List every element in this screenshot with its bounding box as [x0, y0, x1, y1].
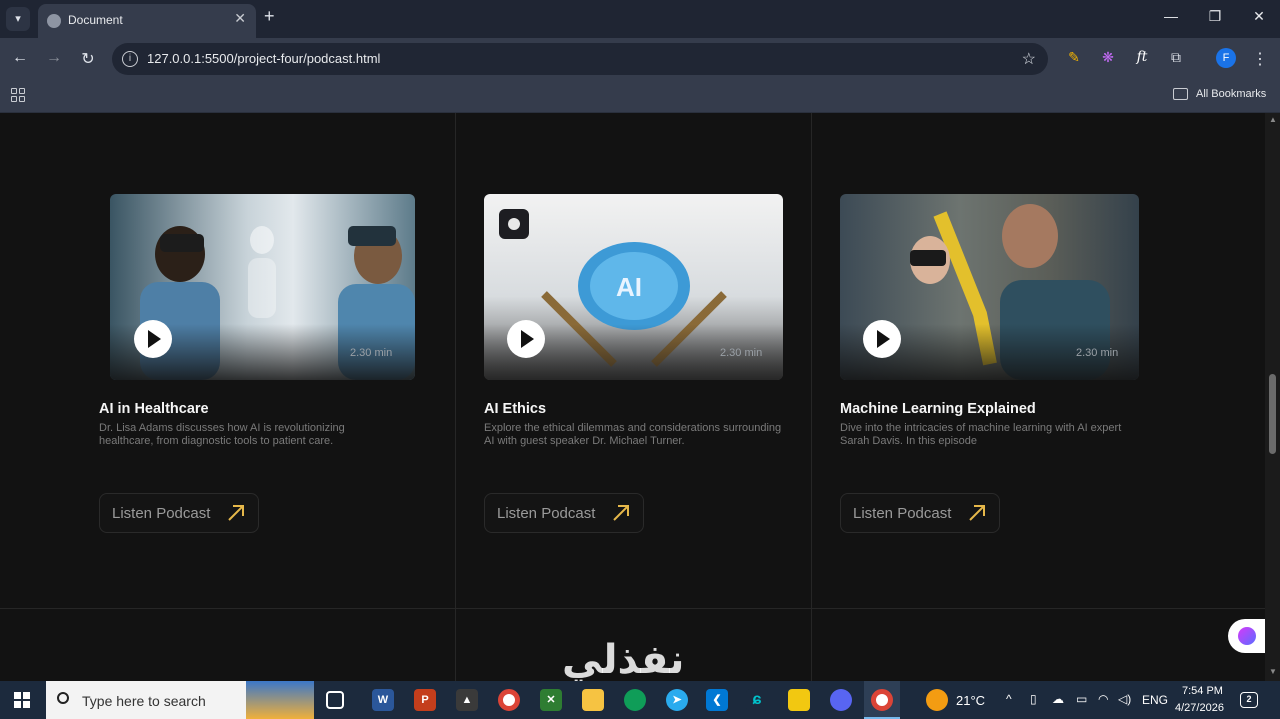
edge-icon[interactable] — [624, 689, 646, 711]
scrollbar-thumb[interactable] — [1269, 374, 1276, 454]
back-button[interactable]: ← — [8, 49, 32, 67]
podcast-thumbnail: 2.30 min — [840, 194, 1139, 380]
excel-sync-icon[interactable]: ✕ — [540, 689, 562, 711]
button-label: Listen Podcast — [112, 505, 211, 522]
weather-temperature[interactable]: 21°C — [956, 693, 985, 708]
photos-icon[interactable]: ▲ — [456, 689, 478, 711]
wifi-icon[interactable]: ◠ — [1098, 692, 1108, 706]
telegram-icon[interactable]: ➤ — [666, 689, 688, 711]
podcast-title: AI Ethics — [484, 401, 547, 417]
windows-start-icon[interactable] — [14, 692, 30, 708]
brand-logo-icon — [499, 209, 529, 239]
podcast-thumbnail: AI 2.30 min — [484, 194, 783, 380]
extensions-puzzle-icon[interactable]: ⧉ — [1166, 49, 1186, 66]
windows-taskbar: Type here to search W P ▲ ✕ ➤ ❮ ɕ 21°C ^… — [0, 681, 1280, 719]
taskbar-search-box[interactable]: Type here to search — [46, 681, 314, 719]
chrome-icon — [871, 689, 893, 711]
language-indicator[interactable]: ENG — [1142, 693, 1168, 707]
battery-icon[interactable]: ▭ — [1076, 692, 1087, 706]
ai-brain-badge: AI — [616, 272, 642, 302]
arrow-up-right-icon — [228, 505, 244, 521]
file-explorer-icon[interactable] — [582, 689, 604, 711]
listen-podcast-button[interactable]: Listen Podcast — [99, 493, 259, 533]
clock-time[interactable]: 7:54 PM — [1182, 685, 1223, 697]
all-bookmarks-link[interactable]: All Bookmarks — [1196, 88, 1266, 100]
pen-extension-icon[interactable]: ✎ — [1064, 49, 1084, 66]
watermark-logo: نفذلي — [562, 637, 685, 681]
podcast-page: 2.30 min AI in Healthcare Dr. Lisa Adams… — [0, 113, 1280, 681]
arrow-up-right-icon — [613, 505, 629, 521]
column-divider — [811, 113, 812, 681]
task-view-icon[interactable] — [326, 691, 344, 709]
column-divider — [455, 113, 456, 681]
browser-menu-icon[interactable]: ⋮ — [1248, 49, 1272, 69]
show-hidden-icons-icon[interactable]: ^ — [1006, 692, 1012, 706]
row-divider — [0, 608, 1265, 609]
bookmarks-bar: All Bookmarks — [0, 80, 1280, 113]
page-scrollbar[interactable]: ▲ ▼ — [1265, 113, 1280, 681]
scroll-up-arrow-icon[interactable]: ▲ — [1269, 115, 1277, 124]
listen-podcast-button[interactable]: Listen Podcast — [484, 493, 644, 533]
duration-label: 2.30 min — [720, 347, 763, 359]
search-highlight-image — [246, 681, 314, 719]
url-text[interactable]: 127.0.0.1:5500/project-four/podcast.html — [147, 51, 380, 66]
apps-grid-icon[interactable] — [11, 88, 25, 102]
podcast-description: Dr. Lisa Adams discusses how AI is revol… — [99, 422, 345, 447]
tab-search-button[interactable]: ▾ — [6, 7, 30, 31]
assistant-floating-button[interactable] — [1228, 619, 1266, 653]
duration-label: 2.30 min — [350, 347, 393, 359]
duration-label: 2.30 min — [1076, 347, 1119, 359]
search-icon — [57, 692, 69, 704]
brain-extension-icon[interactable]: ❋ — [1098, 49, 1118, 66]
vscode-icon[interactable]: ❮ — [706, 689, 728, 711]
search-placeholder: Type here to search — [82, 693, 206, 709]
listen-podcast-button[interactable]: Listen Podcast — [840, 493, 1000, 533]
reload-button[interactable]: ↻ — [76, 49, 100, 69]
browser-tab[interactable]: Document ✕ — [38, 4, 256, 38]
podcast-title: Machine Learning Explained — [840, 401, 1036, 417]
arrow-up-right-icon — [969, 505, 985, 521]
vpn-icon[interactable]: ɕ — [746, 689, 768, 711]
minimize-button[interactable]: — — [1156, 8, 1186, 24]
chrome-icon[interactable] — [498, 689, 520, 711]
tab-title: Document — [68, 13, 123, 27]
device-icon[interactable]: ▯ — [1030, 692, 1037, 706]
bookmark-star-icon[interactable]: ☆ — [1022, 49, 1036, 69]
play-button[interactable] — [134, 320, 172, 358]
weather-icon[interactable] — [926, 689, 948, 711]
discord-icon[interactable] — [830, 689, 852, 711]
notifications-icon[interactable]: 2 — [1240, 692, 1258, 708]
scroll-down-arrow-icon[interactable]: ▼ — [1269, 667, 1277, 676]
browser-tab-bar: ▾ Document ✕ + — ❐ ✕ — [0, 0, 1280, 38]
restore-button[interactable]: ❐ — [1200, 8, 1230, 25]
clock-date[interactable]: 4/27/2026 — [1175, 702, 1224, 714]
forward-button[interactable]: → — [42, 49, 66, 67]
powerbi-icon[interactable] — [788, 689, 810, 711]
powerpoint-icon[interactable]: P — [414, 689, 436, 711]
onedrive-icon[interactable]: ☁ — [1052, 692, 1064, 706]
brain-icon — [1238, 627, 1256, 645]
folder-icon — [1173, 88, 1188, 100]
address-bar[interactable]: i 127.0.0.1:5500/project-four/podcast.ht… — [112, 43, 1048, 75]
tab-close-icon[interactable]: ✕ — [234, 10, 246, 27]
podcast-title: AI in Healthcare — [99, 401, 209, 417]
globe-icon — [47, 14, 61, 28]
word-icon[interactable]: W — [372, 689, 394, 711]
font-extension-icon[interactable]: ft — [1132, 49, 1152, 65]
close-window-button[interactable]: ✕ — [1244, 8, 1274, 25]
browser-toolbar: ← → ↻ i 127.0.0.1:5500/project-four/podc… — [0, 38, 1280, 80]
new-tab-button[interactable]: + — [264, 6, 275, 27]
button-label: Listen Podcast — [853, 505, 952, 522]
play-button[interactable] — [863, 320, 901, 358]
button-label: Listen Podcast — [497, 505, 596, 522]
podcast-thumbnail: 2.30 min — [110, 194, 415, 380]
site-info-icon[interactable]: i — [122, 51, 138, 67]
podcast-description: Dive into the intricacies of machine lea… — [840, 422, 1122, 447]
play-button[interactable] — [507, 320, 545, 358]
active-chrome-taskbar-item[interactable] — [864, 681, 900, 719]
profile-avatar[interactable]: F — [1216, 48, 1236, 68]
podcast-description: Explore the ethical dilemmas and conside… — [484, 422, 782, 447]
volume-icon[interactable]: ◁) — [1118, 692, 1131, 706]
